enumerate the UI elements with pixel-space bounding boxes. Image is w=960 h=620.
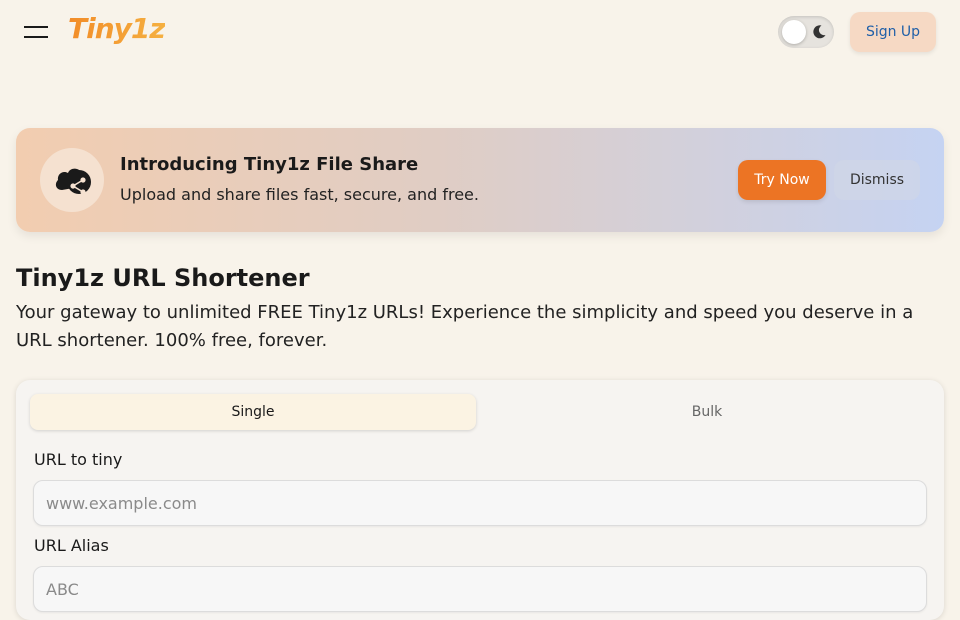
theme-toggle[interactable]	[778, 16, 834, 48]
tab-bulk[interactable]: Bulk	[484, 394, 930, 430]
page-description: Your gateway to unlimited FREE Tiny1z UR…	[16, 302, 914, 351]
page-title: Tiny1z URL Shortener	[16, 264, 310, 292]
alias-input[interactable]	[33, 566, 927, 612]
banner-title: Introducing Tiny1z File Share	[120, 154, 419, 175]
shortener-form-card: Single Bulk URL to tiny URL Alias	[16, 380, 944, 620]
cloud-share-icon	[55, 168, 91, 195]
mode-tabs: Single Bulk	[30, 394, 930, 430]
menu-icon[interactable]	[24, 24, 48, 40]
banner-icon-container	[40, 148, 104, 212]
url-label: URL to tiny	[34, 450, 123, 469]
signup-button[interactable]: Sign Up	[850, 12, 936, 52]
url-input[interactable]	[33, 480, 927, 526]
tab-single[interactable]: Single	[30, 394, 476, 430]
try-now-button[interactable]: Try Now	[738, 160, 826, 200]
alias-label: URL Alias	[34, 536, 109, 555]
toggle-knob	[782, 20, 806, 44]
file-share-banner: Introducing Tiny1z File Share Upload and…	[16, 128, 944, 232]
header: Tiny1z Sign Up	[0, 0, 960, 64]
banner-subtitle: Upload and share files fast, secure, and…	[120, 185, 479, 204]
dismiss-button[interactable]: Dismiss	[834, 160, 920, 200]
moon-icon	[813, 25, 826, 39]
logo[interactable]: Tiny1z	[68, 12, 166, 45]
